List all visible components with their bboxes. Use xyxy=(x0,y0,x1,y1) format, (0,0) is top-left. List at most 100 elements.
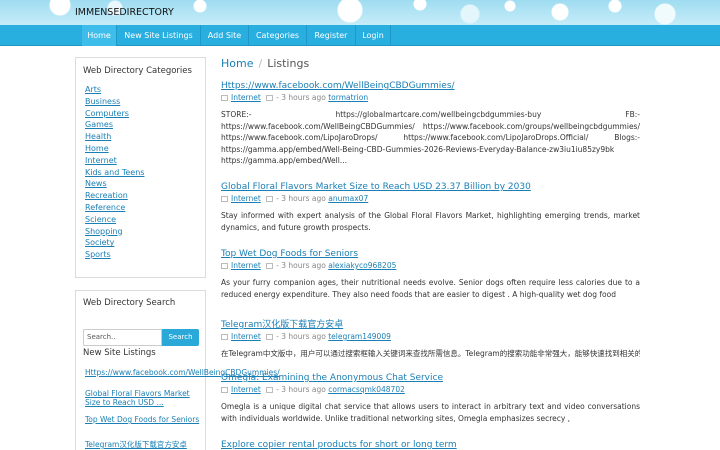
category-link-kids-and-teens[interactable]: Kids and Teens xyxy=(85,168,144,177)
listing-description: Omegla is a unique digital chat service … xyxy=(221,402,640,423)
calendar-icon xyxy=(266,263,274,269)
folder-icon xyxy=(221,196,228,202)
category-link-science[interactable]: Science xyxy=(85,215,116,224)
category-link[interactable]: Sports xyxy=(85,249,144,261)
listing-item: Https://www.facebook.com/WellBeingCBDGum… xyxy=(221,81,640,167)
category-link-recreation[interactable]: Recreation xyxy=(85,191,128,200)
folder-icon xyxy=(221,263,228,269)
listing-meta: Internet - 3 hours ago telegram149009 xyxy=(221,332,640,341)
main-navbar: Home New Site Listings Add Site Categori… xyxy=(0,25,720,46)
calendar-icon xyxy=(266,334,274,340)
folder-icon xyxy=(221,387,228,393)
listing-author[interactable]: tormatrion xyxy=(328,93,368,102)
listing-time: - 3 hours ago xyxy=(276,332,326,341)
category-link-health[interactable]: Health xyxy=(85,132,111,141)
category-link[interactable]: Arts xyxy=(85,84,144,96)
category-link-sports[interactable]: Sports xyxy=(85,250,111,259)
search-panel: Web Directory Search Search.. Search New… xyxy=(75,290,280,450)
listing-time: - 3 hours ago xyxy=(276,194,326,203)
new-listing-link[interactable]: Top Wet Dog Foods for Seniors xyxy=(85,415,200,424)
search-button[interactable]: Search xyxy=(162,329,199,346)
nav-home[interactable]: Home xyxy=(82,25,117,46)
listing-category[interactable]: Internet xyxy=(231,261,261,270)
category-link[interactable]: Shopping xyxy=(85,226,144,238)
site-header: IMMENSEDIRECTORY xyxy=(0,0,720,25)
listing-item: Global Floral Flavors Market Size to Rea… xyxy=(221,182,640,233)
listing-meta: Internet - 3 hours ago tormatrion xyxy=(221,93,640,102)
listing-author[interactable]: cormacsqmk048702 xyxy=(328,385,405,394)
listing-author[interactable]: alexiakyco968205 xyxy=(328,261,396,270)
nav-login[interactable]: Login xyxy=(356,25,391,46)
listing-title[interactable]: Omegla: Examining the Anonymous Chat Ser… xyxy=(221,373,640,383)
listing-description: Stay informed with expert analysis of th… xyxy=(221,211,640,232)
calendar-icon xyxy=(266,387,274,393)
listing-title[interactable]: Explore copier rental products for short… xyxy=(221,440,640,450)
category-link-home[interactable]: Home xyxy=(85,144,109,153)
listing-title[interactable]: Telegram汉化版下载官方安卓 xyxy=(221,317,640,330)
nav-register[interactable]: Register xyxy=(307,25,356,46)
categories-panel: Web Directory Categories Arts Business C… xyxy=(75,57,206,278)
category-link[interactable]: Recreation xyxy=(85,190,144,202)
listing-item: Telegram汉化版下载官方安卓 Internet - 3 hours ago… xyxy=(221,317,640,360)
category-link[interactable]: Home xyxy=(85,143,144,155)
listing-category[interactable]: Internet xyxy=(231,194,261,203)
listing-item: Top Wet Dog Foods for Seniors Internet -… xyxy=(221,249,640,300)
category-link[interactable]: Business xyxy=(85,96,144,108)
category-link[interactable]: Computers xyxy=(85,108,144,120)
category-link[interactable]: Reference xyxy=(85,202,144,214)
search-input[interactable]: Search.. xyxy=(83,329,162,346)
listing-time: - 3 hours ago xyxy=(276,261,326,270)
category-link-shopping[interactable]: Shopping xyxy=(85,227,123,236)
listing-category[interactable]: Internet xyxy=(231,93,261,102)
nav-new-site-listings[interactable]: New Site Listings xyxy=(117,25,201,46)
breadcrumb-separator: / xyxy=(258,57,263,70)
calendar-icon xyxy=(266,95,274,101)
listing-title[interactable]: Top Wet Dog Foods for Seniors xyxy=(221,249,640,259)
listing-item: Explore copier rental products for short… xyxy=(221,440,640,450)
listing-category[interactable]: Internet xyxy=(231,332,261,341)
new-listings-title: New Site Listings xyxy=(83,348,156,358)
categories-panel-title: Web Directory Categories xyxy=(83,66,192,76)
listing-time: - 3 hours ago xyxy=(276,93,326,102)
category-link[interactable]: Society xyxy=(85,237,144,249)
nav-categories[interactable]: Categories xyxy=(249,25,307,46)
category-link-society[interactable]: Society xyxy=(85,238,114,247)
category-link[interactable]: Games xyxy=(85,119,144,131)
category-link-business[interactable]: Business xyxy=(85,97,120,106)
listing-description: 在Telegram中文版中，用户可以通过搜索框输入关键词来查找所需信息。Tele… xyxy=(221,349,640,358)
nav-add-site[interactable]: Add Site xyxy=(201,25,249,46)
category-link-games[interactable]: Games xyxy=(85,120,113,129)
listing-title[interactable]: Https://www.facebook.com/WellBeingCBDGum… xyxy=(221,81,640,91)
folder-icon xyxy=(221,334,228,340)
category-link[interactable]: Science xyxy=(85,214,144,226)
breadcrumb-home[interactable]: Home xyxy=(221,57,253,70)
category-link-computers[interactable]: Computers xyxy=(85,109,129,118)
listing-description: STORE:- https://globalmartcare.com/wellb… xyxy=(221,110,640,165)
category-link-arts[interactable]: Arts xyxy=(85,85,101,94)
breadcrumb: Home / Listings xyxy=(221,57,309,70)
listing-author[interactable]: telegram149009 xyxy=(328,332,391,341)
listing-meta: Internet - 3 hours ago alexiakyco968205 xyxy=(221,261,640,270)
calendar-icon xyxy=(266,196,274,202)
listing-meta: Internet - 3 hours ago cormacsqmk048702 xyxy=(221,385,640,394)
listing-description: As your furry companion ages, their nutr… xyxy=(221,278,640,299)
listing-meta: Internet - 3 hours ago anumax07 xyxy=(221,194,640,203)
category-link-news[interactable]: News xyxy=(85,179,107,188)
new-listing-link[interactable]: Global Floral Flavors Market Size to Rea… xyxy=(85,389,200,407)
category-link[interactable]: Internet xyxy=(85,155,144,167)
listing-item: Omegla: Examining the Anonymous Chat Ser… xyxy=(221,373,640,424)
category-link-reference[interactable]: Reference xyxy=(85,203,125,212)
listing-category[interactable]: Internet xyxy=(231,385,261,394)
category-list: Arts Business Computers Games Health Hom… xyxy=(85,84,144,261)
category-link[interactable]: News xyxy=(85,178,144,190)
category-link[interactable]: Health xyxy=(85,131,144,143)
new-listing-link[interactable]: Telegram汉化版下载官方安卓 xyxy=(85,440,200,449)
listing-title[interactable]: Global Floral Flavors Market Size to Rea… xyxy=(221,182,640,192)
listing-author[interactable]: anumax07 xyxy=(328,194,368,203)
breadcrumb-current: Listings xyxy=(267,57,310,70)
site-title[interactable]: IMMENSEDIRECTORY xyxy=(75,7,174,18)
search-panel-title: Web Directory Search xyxy=(83,298,176,308)
category-link[interactable]: Kids and Teens xyxy=(85,167,144,179)
folder-icon xyxy=(221,95,228,101)
category-link-internet[interactable]: Internet xyxy=(85,156,117,165)
